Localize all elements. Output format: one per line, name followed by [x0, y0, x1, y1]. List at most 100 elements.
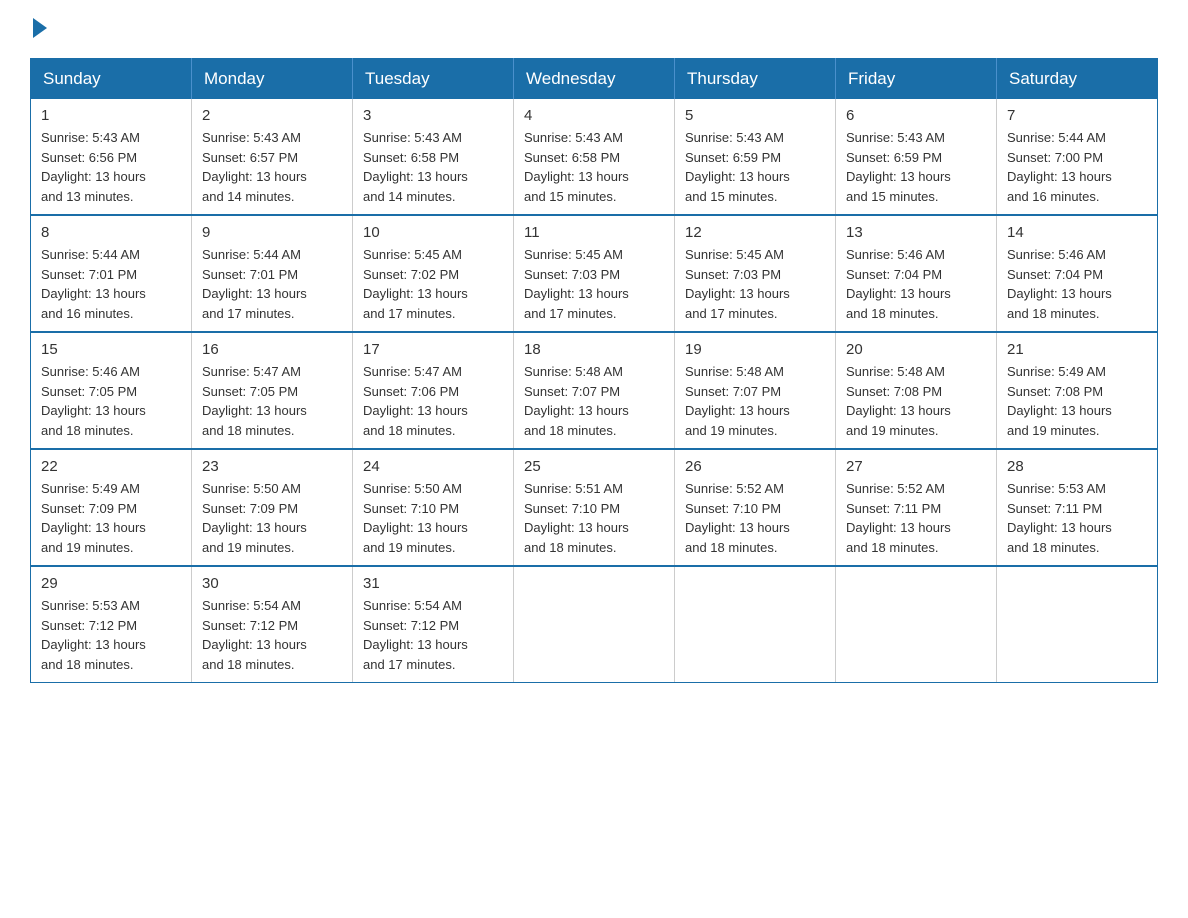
header-wednesday: Wednesday [514, 59, 675, 100]
day-number: 27 [846, 458, 986, 475]
day-number: 31 [363, 575, 503, 592]
day-info: Sunrise: 5:43 AMSunset: 6:59 PMDaylight:… [685, 128, 825, 206]
header-monday: Monday [192, 59, 353, 100]
day-info: Sunrise: 5:45 AMSunset: 7:02 PMDaylight:… [363, 245, 503, 323]
calendar-cell: 13 Sunrise: 5:46 AMSunset: 7:04 PMDayligh… [836, 215, 997, 332]
day-info: Sunrise: 5:50 AMSunset: 7:10 PMDaylight:… [363, 479, 503, 557]
day-number: 10 [363, 224, 503, 241]
day-info: Sunrise: 5:53 AMSunset: 7:11 PMDaylight:… [1007, 479, 1147, 557]
calendar-cell: 12 Sunrise: 5:45 AMSunset: 7:03 PMDayligh… [675, 215, 836, 332]
logo [30, 20, 47, 38]
day-info: Sunrise: 5:54 AMSunset: 7:12 PMDaylight:… [363, 596, 503, 674]
calendar-cell: 31 Sunrise: 5:54 AMSunset: 7:12 PMDayligh… [353, 566, 514, 683]
calendar-cell: 6 Sunrise: 5:43 AMSunset: 6:59 PMDaylight… [836, 99, 997, 215]
day-info: Sunrise: 5:47 AMSunset: 7:06 PMDaylight:… [363, 362, 503, 440]
header-sunday: Sunday [31, 59, 192, 100]
calendar-cell: 26Sunrise: 5:52 AMSunset: 7:10 PMDayligh… [675, 449, 836, 566]
calendar-cell: 24 Sunrise: 5:50 AMSunset: 7:10 PMDayligh… [353, 449, 514, 566]
calendar-cell: 28 Sunrise: 5:53 AMSunset: 7:11 PMDayligh… [997, 449, 1158, 566]
day-info: Sunrise: 5:48 AMSunset: 7:07 PMDaylight:… [524, 362, 664, 440]
day-info: Sunrise: 5:43 AMSunset: 6:58 PMDaylight:… [524, 128, 664, 206]
calendar-cell: 18 Sunrise: 5:48 AMSunset: 7:07 PMDayligh… [514, 332, 675, 449]
day-number: 12 [685, 224, 825, 241]
calendar-cell: 14Sunrise: 5:46 AMSunset: 7:04 PMDayligh… [997, 215, 1158, 332]
day-info: Sunrise: 5:46 AMSunset: 7:05 PMDaylight:… [41, 362, 181, 440]
week-row-1: 1Sunrise: 5:43 AMSunset: 6:56 PMDaylight… [31, 99, 1158, 215]
day-info: Sunrise: 5:52 AMSunset: 7:11 PMDaylight:… [846, 479, 986, 557]
day-number: 22 [41, 458, 181, 475]
day-number: 3 [363, 107, 503, 124]
calendar-cell [997, 566, 1158, 683]
calendar-cell: 10 Sunrise: 5:45 AMSunset: 7:02 PMDayligh… [353, 215, 514, 332]
header-tuesday: Tuesday [353, 59, 514, 100]
day-number: 1 [41, 107, 181, 124]
day-number: 11 [524, 224, 664, 241]
day-info: Sunrise: 5:45 AMSunset: 7:03 PMDaylight:… [685, 245, 825, 323]
calendar-cell: 29Sunrise: 5:53 AMSunset: 7:12 PMDayligh… [31, 566, 192, 683]
day-number: 30 [202, 575, 342, 592]
day-info: Sunrise: 5:46 AMSunset: 7:04 PMDaylight:… [846, 245, 986, 323]
calendar-cell [675, 566, 836, 683]
header-friday: Friday [836, 59, 997, 100]
calendar-table: SundayMondayTuesdayWednesdayThursdayFrid… [30, 58, 1158, 683]
day-number: 2 [202, 107, 342, 124]
day-info: Sunrise: 5:43 AMSunset: 6:59 PMDaylight:… [846, 128, 986, 206]
day-info: Sunrise: 5:50 AMSunset: 7:09 PMDaylight:… [202, 479, 342, 557]
day-info: Sunrise: 5:43 AMSunset: 6:58 PMDaylight:… [363, 128, 503, 206]
calendar-cell: 5 Sunrise: 5:43 AMSunset: 6:59 PMDaylight… [675, 99, 836, 215]
day-number: 13 [846, 224, 986, 241]
calendar-header-row: SundayMondayTuesdayWednesdayThursdayFrid… [31, 59, 1158, 100]
day-number: 6 [846, 107, 986, 124]
week-row-2: 8 Sunrise: 5:44 AMSunset: 7:01 PMDaylight… [31, 215, 1158, 332]
calendar-cell: 23 Sunrise: 5:50 AMSunset: 7:09 PMDayligh… [192, 449, 353, 566]
day-info: Sunrise: 5:44 AMSunset: 7:00 PMDaylight:… [1007, 128, 1147, 206]
week-row-5: 29Sunrise: 5:53 AMSunset: 7:12 PMDayligh… [31, 566, 1158, 683]
day-info: Sunrise: 5:45 AMSunset: 7:03 PMDaylight:… [524, 245, 664, 323]
week-row-3: 15 Sunrise: 5:46 AMSunset: 7:05 PMDayligh… [31, 332, 1158, 449]
calendar-cell: 16Sunrise: 5:47 AMSunset: 7:05 PMDayligh… [192, 332, 353, 449]
day-number: 25 [524, 458, 664, 475]
day-info: Sunrise: 5:54 AMSunset: 7:12 PMDaylight:… [202, 596, 342, 674]
day-number: 9 [202, 224, 342, 241]
calendar-cell [514, 566, 675, 683]
day-number: 8 [41, 224, 181, 241]
calendar-cell: 2 Sunrise: 5:43 AMSunset: 6:57 PMDaylight… [192, 99, 353, 215]
calendar-cell: 17 Sunrise: 5:47 AMSunset: 7:06 PMDayligh… [353, 332, 514, 449]
day-info: Sunrise: 5:53 AMSunset: 7:12 PMDaylight:… [41, 596, 181, 674]
day-number: 20 [846, 341, 986, 358]
header-saturday: Saturday [997, 59, 1158, 100]
day-number: 5 [685, 107, 825, 124]
day-number: 14 [1007, 224, 1147, 241]
day-number: 17 [363, 341, 503, 358]
day-info: Sunrise: 5:44 AMSunset: 7:01 PMDaylight:… [41, 245, 181, 323]
calendar-cell: 11 Sunrise: 5:45 AMSunset: 7:03 PMDayligh… [514, 215, 675, 332]
day-number: 24 [363, 458, 503, 475]
week-row-4: 22 Sunrise: 5:49 AMSunset: 7:09 PMDayligh… [31, 449, 1158, 566]
calendar-cell: 19Sunrise: 5:48 AMSunset: 7:07 PMDayligh… [675, 332, 836, 449]
day-number: 26 [685, 458, 825, 475]
calendar-cell: 27 Sunrise: 5:52 AMSunset: 7:11 PMDayligh… [836, 449, 997, 566]
logo-arrow-icon [33, 18, 47, 38]
day-number: 15 [41, 341, 181, 358]
calendar-cell: 3 Sunrise: 5:43 AMSunset: 6:58 PMDaylight… [353, 99, 514, 215]
calendar-cell: 8 Sunrise: 5:44 AMSunset: 7:01 PMDaylight… [31, 215, 192, 332]
day-info: Sunrise: 5:47 AMSunset: 7:05 PMDaylight:… [202, 362, 342, 440]
header-thursday: Thursday [675, 59, 836, 100]
day-number: 23 [202, 458, 342, 475]
calendar-cell: 20Sunrise: 5:48 AMSunset: 7:08 PMDayligh… [836, 332, 997, 449]
calendar-cell: 9 Sunrise: 5:44 AMSunset: 7:01 PMDaylight… [192, 215, 353, 332]
day-number: 19 [685, 341, 825, 358]
day-number: 28 [1007, 458, 1147, 475]
day-info: Sunrise: 5:51 AMSunset: 7:10 PMDaylight:… [524, 479, 664, 557]
calendar-cell: 30 Sunrise: 5:54 AMSunset: 7:12 PMDayligh… [192, 566, 353, 683]
day-number: 4 [524, 107, 664, 124]
day-info: Sunrise: 5:44 AMSunset: 7:01 PMDaylight:… [202, 245, 342, 323]
calendar-cell: 4 Sunrise: 5:43 AMSunset: 6:58 PMDaylight… [514, 99, 675, 215]
day-info: Sunrise: 5:49 AMSunset: 7:09 PMDaylight:… [41, 479, 181, 557]
day-info: Sunrise: 5:49 AMSunset: 7:08 PMDaylight:… [1007, 362, 1147, 440]
day-info: Sunrise: 5:43 AMSunset: 6:57 PMDaylight:… [202, 128, 342, 206]
day-number: 18 [524, 341, 664, 358]
calendar-cell: 25 Sunrise: 5:51 AMSunset: 7:10 PMDayligh… [514, 449, 675, 566]
day-number: 7 [1007, 107, 1147, 124]
logo-blue-part [30, 20, 47, 38]
